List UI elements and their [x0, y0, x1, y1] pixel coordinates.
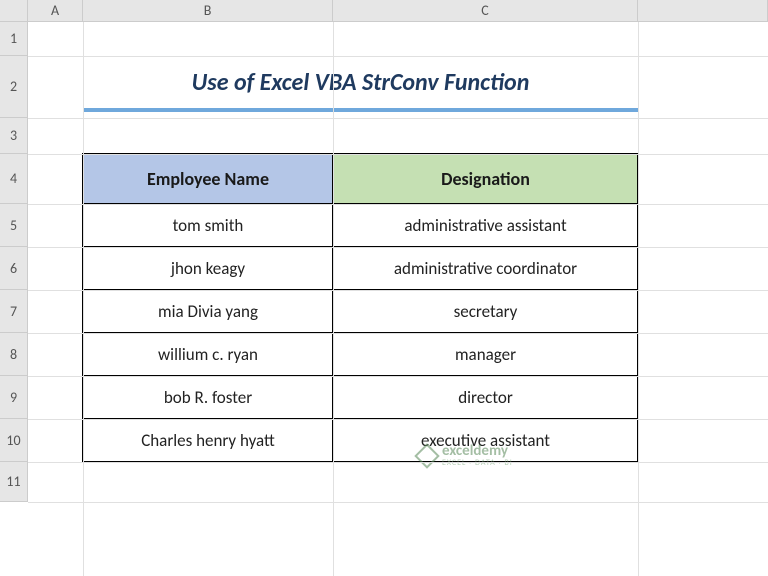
row-header[interactable]: 8	[0, 333, 27, 376]
row-header[interactable]: 5	[0, 204, 27, 247]
table-row: Charles henry hyattexecutive assistant	[83, 419, 638, 462]
cell-employee[interactable]: bob R. foster	[83, 376, 333, 419]
row-headers: 1234567891011	[0, 22, 28, 502]
watermark-sub: EXCEL · DATA · BI	[442, 459, 513, 467]
cell-designation[interactable]: secretary	[333, 290, 638, 333]
cell-employee[interactable]: Charles henry hyatt	[83, 419, 333, 462]
gridline	[28, 333, 768, 334]
gridline	[28, 462, 768, 463]
gridline	[28, 247, 768, 248]
row-header[interactable]: 4	[0, 154, 27, 204]
cell-employee[interactable]: tom smith	[83, 204, 333, 247]
cell-employee[interactable]: mia Divia yang	[83, 290, 333, 333]
header-designation[interactable]: Designation	[333, 154, 638, 204]
row-header[interactable]: 9	[0, 376, 27, 419]
gridline	[28, 118, 768, 119]
cell-designation[interactable]: administrative coordinator	[333, 247, 638, 290]
gridline	[333, 22, 334, 576]
data-table: Employee Name Designation tom smithadmin…	[82, 153, 639, 463]
watermark-text: exceldemy EXCEL · DATA · BI	[442, 444, 513, 467]
row-header[interactable]: 6	[0, 247, 27, 290]
header-employee[interactable]: Employee Name	[83, 154, 333, 204]
table-row: willium c. ryanmanager	[83, 333, 638, 376]
column-header[interactable]: A	[28, 0, 83, 21]
gridline	[28, 290, 768, 291]
watermark-main: exceldemy	[442, 444, 513, 459]
table-row: mia Divia yangsecretary	[83, 290, 638, 333]
gridline	[28, 154, 768, 155]
watermark-logo-icon	[414, 443, 439, 468]
gridline	[28, 419, 768, 420]
watermark: exceldemy EXCEL · DATA · BI	[418, 444, 513, 467]
row-header[interactable]: 1	[0, 22, 27, 56]
gridline	[28, 56, 768, 57]
page-title: Use of Excel VBA StrConv Function	[83, 56, 638, 112]
cell-designation[interactable]: manager	[333, 333, 638, 376]
column-header[interactable]	[638, 0, 768, 21]
cell-employee[interactable]: willium c. ryan	[83, 333, 333, 376]
row-header[interactable]: 2	[0, 56, 27, 118]
grid-area[interactable]: Use of Excel VBA StrConv Function Employ…	[28, 22, 768, 576]
column-headers: ABC	[28, 0, 768, 22]
spreadsheet: ABC 1234567891011 Use of Excel VBA StrCo…	[0, 0, 768, 576]
cell-employee[interactable]: jhon keagy	[83, 247, 333, 290]
row-header[interactable]: 11	[0, 462, 27, 502]
gridline	[638, 22, 639, 576]
cell-designation[interactable]: director	[333, 376, 638, 419]
gridline	[28, 376, 768, 377]
table-row: bob R. fosterdirector	[83, 376, 638, 419]
column-header[interactable]: B	[83, 0, 333, 21]
gridline	[28, 204, 768, 205]
gridline	[28, 502, 768, 503]
cell-designation[interactable]: administrative assistant	[333, 204, 638, 247]
table-row: jhon keagyadministrative coordinator	[83, 247, 638, 290]
table-row: tom smithadministrative assistant	[83, 204, 638, 247]
row-header[interactable]: 7	[0, 290, 27, 333]
column-header[interactable]: C	[333, 0, 638, 21]
table-header-row: Employee Name Designation	[83, 154, 638, 204]
row-header[interactable]: 10	[0, 419, 27, 462]
gridline	[83, 22, 84, 576]
select-all-corner[interactable]	[0, 0, 28, 22]
row-header[interactable]: 3	[0, 118, 27, 154]
